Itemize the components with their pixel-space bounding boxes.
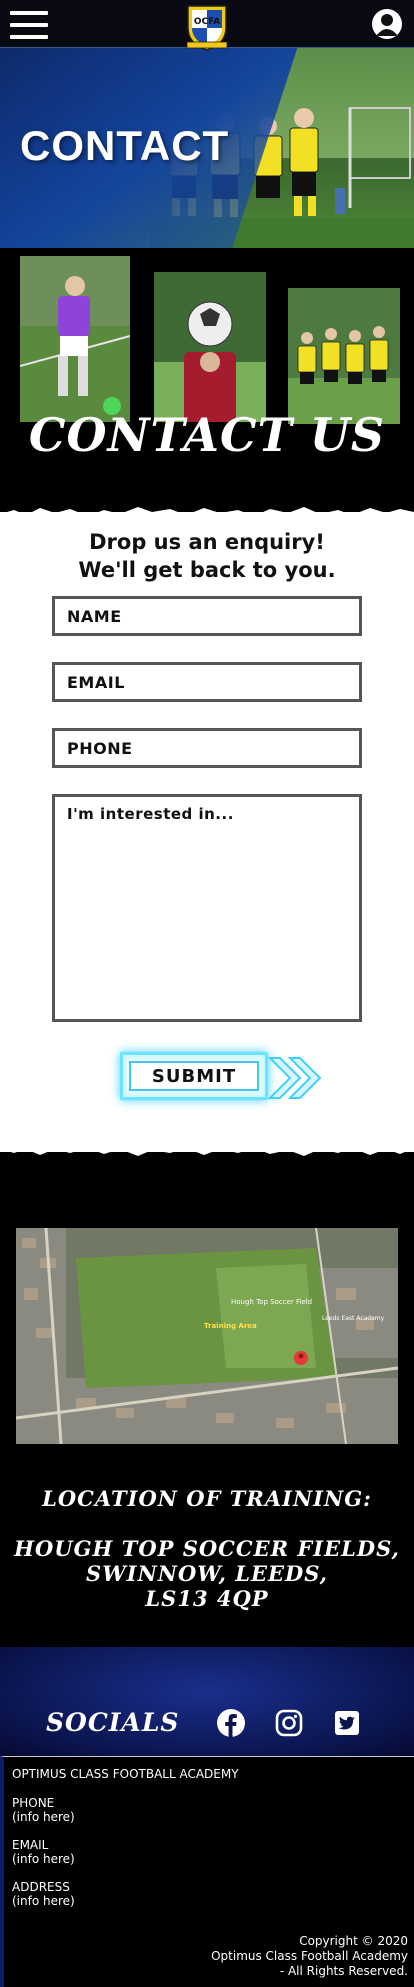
submit-button-group[interactable]: SUBMIT xyxy=(120,1052,330,1104)
copyright-line: Copyright © 2020 xyxy=(299,1934,408,1948)
copyright: Copyright © 2020 Optimus Class Football … xyxy=(211,1934,408,1979)
email-field[interactable]: EMAIL xyxy=(52,662,362,702)
interest-textarea[interactable]: I'm interested in... xyxy=(52,794,362,1022)
address-line: HOUGH TOP SOCCER FIELDS, xyxy=(14,1536,400,1561)
address-line: SWINNOW, LEEDS, xyxy=(86,1561,328,1586)
chevron-right-icon xyxy=(267,1057,322,1099)
form-heading-line1: Drop us an enquiry! xyxy=(89,530,325,554)
socials-band xyxy=(0,1647,414,1757)
torn-edge-top xyxy=(0,507,414,522)
copyright-line: - All Rights Reserved. xyxy=(279,1964,408,1978)
torn-edge-bottom xyxy=(0,1140,414,1156)
address-line: LS13 4QP xyxy=(145,1586,269,1611)
gallery-photo xyxy=(288,288,400,424)
hamburger-icon[interactable] xyxy=(10,11,48,39)
instagram-icon[interactable] xyxy=(274,1708,304,1738)
submit-label: SUBMIT xyxy=(129,1061,259,1091)
phone-field[interactable]: PHONE xyxy=(52,728,362,768)
facebook-icon[interactable] xyxy=(216,1708,246,1738)
footer-org-name: OPTIMUS CLASS FOOTBALL ACADEMY xyxy=(12,1767,239,1781)
form-heading-line2: We'll get back to you. xyxy=(78,558,336,582)
footer-address-value: (info here) xyxy=(12,1894,75,1908)
gallery-photo xyxy=(20,256,130,422)
twitter-icon[interactable] xyxy=(332,1708,362,1738)
footer-address-label: ADDRESS xyxy=(12,1880,70,1894)
top-nav-bar: OCFA xyxy=(0,0,414,51)
map-label-field: Hough Top Soccer Field xyxy=(231,1298,312,1306)
footer-email-value: (info here) xyxy=(12,1852,75,1866)
footer-phone-value: (info here) xyxy=(12,1810,75,1824)
enquiry-form-section: Drop us an enquiry! We'll get back to yo… xyxy=(0,507,414,1156)
hero-banner: CONTACT xyxy=(0,48,414,248)
club-logo[interactable]: OCFA xyxy=(184,2,230,52)
footer-phone-label: PHONE xyxy=(12,1796,55,1810)
account-icon[interactable] xyxy=(372,9,402,39)
socials-title: SOCIALS xyxy=(46,1708,180,1737)
copyright-line: Optimus Class Football Academy xyxy=(211,1949,408,1963)
map-label-school: Leeds East Academy xyxy=(322,1315,385,1322)
form-heading: Drop us an enquiry! We'll get back to yo… xyxy=(0,528,414,584)
page-title: CONTACT xyxy=(20,122,230,169)
gallery-photo xyxy=(154,272,266,422)
section-heading-contact-us: CONTACT US xyxy=(28,408,386,462)
map-label-training: Training Area xyxy=(204,1322,257,1330)
logo-text: OCFA xyxy=(194,17,220,27)
training-location-map[interactable]: Hough Top Soccer Field Training Area Lee… xyxy=(16,1228,398,1444)
location-address: HOUGH TOP SOCCER FIELDS, SWINNOW, LEEDS,… xyxy=(0,1536,414,1611)
submit-button[interactable]: SUBMIT xyxy=(120,1052,268,1100)
name-field[interactable]: NAME xyxy=(52,596,362,636)
footer-email-label: EMAIL xyxy=(12,1838,49,1852)
location-title: LOCATION OF TRAINING: xyxy=(42,1486,372,1511)
